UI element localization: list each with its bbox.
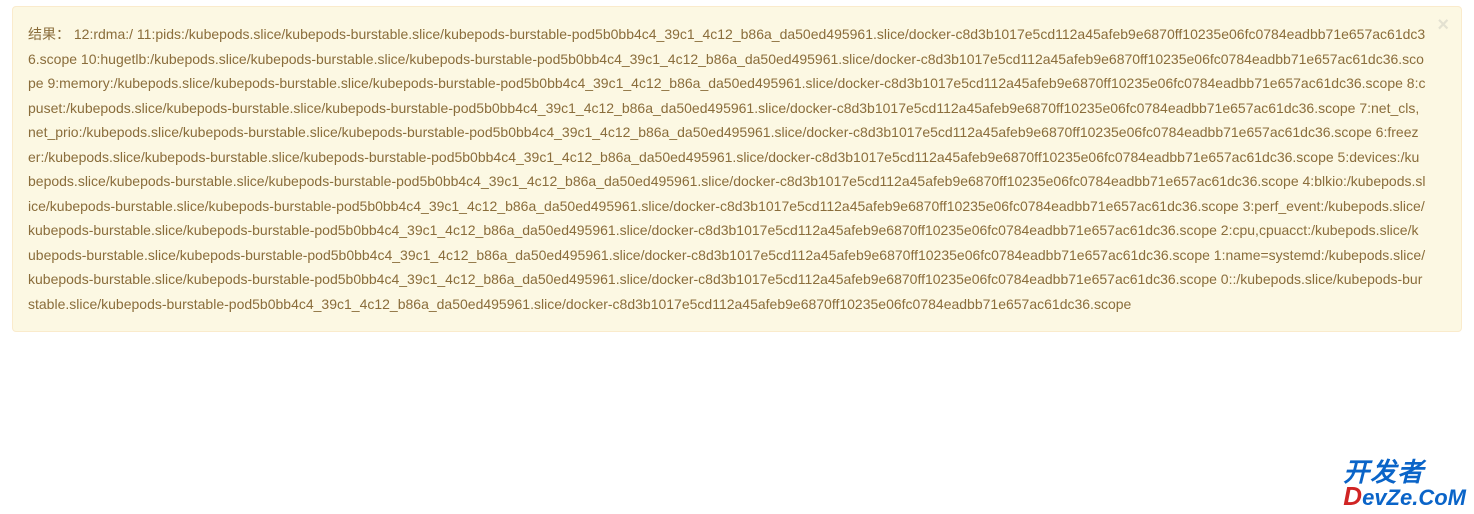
result-alert: × 结果： 12:rdma:/ 11:pids:/kubepods.slice/… (12, 6, 1462, 332)
close-button[interactable]: × (1437, 15, 1449, 35)
close-icon: × (1437, 14, 1449, 36)
watermark-rest: evZe.CoM (1362, 488, 1466, 508)
watermark-top: 开发者 (1343, 461, 1466, 484)
site-watermark: 开发者 D evZe.CoM (1343, 461, 1466, 508)
watermark-bottom: D evZe.CoM (1343, 485, 1466, 508)
result-body: 12:rdma:/ 11:pids:/kubepods.slice/kubepo… (28, 26, 1425, 312)
result-prefix: 结果： (28, 26, 70, 42)
watermark-d: D (1343, 485, 1362, 508)
